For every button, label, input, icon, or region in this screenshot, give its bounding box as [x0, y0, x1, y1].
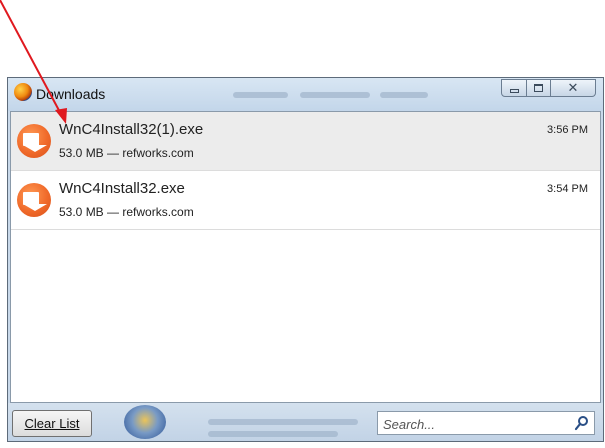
download-time: 3:54 PM: [547, 183, 588, 195]
firefox-icon: [14, 83, 32, 101]
background-blur: [208, 419, 358, 425]
background-logo-blur: [124, 405, 166, 439]
download-icon: [17, 124, 51, 158]
title-bar[interactable]: Downloads ✕: [8, 78, 603, 111]
download-size-source: 53.0 MB — refworks.com: [59, 205, 194, 219]
background-blur: [233, 92, 288, 98]
background-blur: [380, 92, 428, 98]
download-size-source: 53.0 MB — refworks.com: [59, 146, 194, 160]
download-icon: [17, 183, 51, 217]
clear-list-button[interactable]: Clear List: [12, 410, 92, 437]
background-blur: [300, 92, 370, 98]
clear-list-label: Clear List: [24, 416, 80, 431]
close-button[interactable]: ✕: [551, 79, 596, 97]
download-item[interactable]: WnC4Install32.exe 53.0 MB — refworks.com…: [11, 171, 600, 230]
downloads-list[interactable]: WnC4Install32(1).exe 53.0 MB — refworks.…: [10, 111, 601, 403]
download-item[interactable]: WnC4Install32(1).exe 53.0 MB — refworks.…: [11, 112, 600, 171]
close-icon: ✕: [567, 80, 579, 95]
bottom-bar: Clear List: [8, 403, 603, 441]
search-icon[interactable]: [574, 415, 590, 431]
search-input[interactable]: [381, 414, 565, 434]
download-time: 3:56 PM: [547, 124, 588, 136]
search-box[interactable]: [377, 411, 595, 435]
window-title: Downloads: [36, 86, 106, 102]
background-blur: [208, 431, 338, 437]
download-filename: WnC4Install32(1).exe: [59, 121, 204, 138]
maximize-button[interactable]: [527, 79, 551, 97]
minimize-icon: [509, 88, 519, 93]
download-filename: WnC4Install32.exe: [59, 180, 185, 197]
maximize-icon: [534, 84, 543, 92]
downloads-window: Downloads ✕ WnC4Install32(1).exe 53.0 MB…: [7, 77, 604, 442]
minimize-button[interactable]: [501, 79, 527, 97]
window-controls: ✕: [501, 79, 596, 97]
